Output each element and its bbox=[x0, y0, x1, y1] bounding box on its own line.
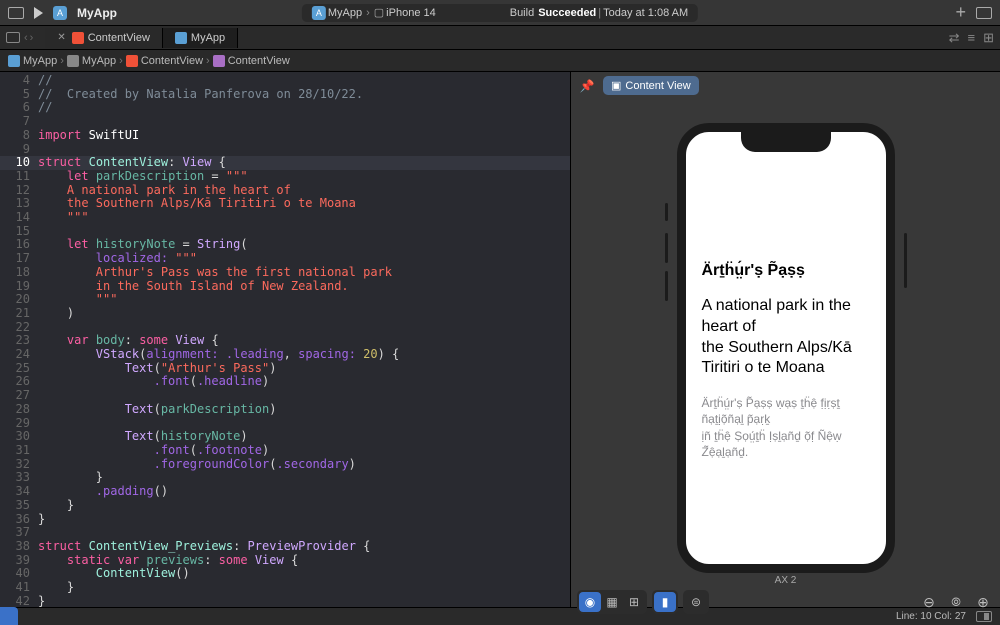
crumb-icon bbox=[67, 55, 79, 67]
preview-footnote: Ärṯḧṳ́r'ṣ P̃ạṣṣ ẉạṣ ṯḧệ f̣ịṛṣṯ ñạṯịọ̃ñạḻ… bbox=[702, 395, 870, 460]
status-accent bbox=[0, 607, 18, 625]
preview-chip[interactable]: ▣ Content View bbox=[603, 76, 699, 95]
library-button[interactable]: + bbox=[955, 2, 966, 23]
activity-viewer[interactable]: A MyApp › ▢ iPhone 14 Build Succeeded | … bbox=[302, 4, 698, 22]
add-editor-icon[interactable]: ⊞ bbox=[983, 30, 994, 46]
live-preview-button[interactable]: ◉ bbox=[579, 592, 601, 612]
variants-preview-button[interactable]: ⊞ bbox=[623, 592, 645, 612]
minimap-toggle-icon[interactable] bbox=[976, 611, 992, 622]
activity-app-icon: A bbox=[312, 6, 326, 20]
preview-chip-label: Content View bbox=[625, 80, 690, 92]
zoom-out-button[interactable]: ⊖ bbox=[918, 592, 940, 612]
adjust-editor-icon[interactable]: ≡ bbox=[968, 30, 976, 46]
crumb-segment[interactable]: MyApp bbox=[82, 55, 116, 67]
crumb-icon bbox=[213, 55, 225, 67]
crumb-segment[interactable]: ContentView bbox=[141, 55, 203, 67]
preview-toolbar: ◉ ▦ ⊞ ▮ ⊜ ⊖ ⦾ ⊕ bbox=[571, 590, 1000, 614]
device-settings-button[interactable]: ▮ bbox=[654, 592, 676, 612]
crumb-segment[interactable]: ContentView bbox=[228, 55, 290, 67]
breadcrumb[interactable]: MyApp› MyApp› ContentView› ContentView bbox=[0, 50, 1000, 72]
tab-myapp[interactable]: MyApp bbox=[163, 28, 238, 48]
tab-bar: ‹› ✕ ContentView MyApp ⇄ ≡ ⊞ bbox=[0, 26, 1000, 50]
activity-device: iPhone 14 bbox=[386, 7, 436, 19]
device-preview[interactable]: Ärṯḧṳ́r'ṣ P̃ạṣṣ A national park in the h… bbox=[677, 123, 895, 573]
chevron-right-icon: › bbox=[206, 55, 210, 67]
line-gutter: 4567891011121314151617181920212223242526… bbox=[0, 72, 38, 607]
editor-options-icon[interactable]: ⇄ bbox=[949, 30, 960, 46]
build-status: Succeeded bbox=[538, 7, 596, 19]
tab-label: MyApp bbox=[191, 32, 225, 44]
tab-close-icon[interactable]: ✕ bbox=[57, 32, 65, 43]
crumb-icon bbox=[126, 55, 138, 67]
crumb-icon bbox=[8, 55, 20, 67]
swift-icon bbox=[72, 32, 84, 44]
sidebar-toggle-icon[interactable] bbox=[8, 7, 24, 19]
chevron-right-icon: › bbox=[119, 55, 123, 67]
pin-icon[interactable]: 📌 bbox=[579, 78, 595, 94]
preview-body: A national park in the heart of the Sout… bbox=[702, 296, 870, 379]
code-editor[interactable]: 4567891011121314151617181920212223242526… bbox=[0, 72, 570, 607]
scheme-app-icon: A bbox=[53, 6, 67, 20]
run-button[interactable] bbox=[34, 7, 43, 19]
nav-back-icon[interactable]: ‹ bbox=[24, 32, 28, 44]
build-prefix: Build bbox=[510, 7, 534, 19]
chevron-right-icon: › bbox=[364, 7, 372, 19]
selectable-preview-button[interactable]: ▦ bbox=[601, 592, 623, 612]
preview-panel: 📌 ▣ Content View Ärṯḧṳ́r'ṣ P̃ạṣṣ A natio… bbox=[570, 72, 1000, 607]
nav-toggle-icon[interactable] bbox=[6, 32, 20, 43]
zoom-in-button[interactable]: ⊕ bbox=[972, 592, 994, 612]
scheme-name[interactable]: MyApp bbox=[77, 6, 117, 20]
device-notch bbox=[741, 132, 831, 152]
zoom-fit-button[interactable]: ⦾ bbox=[945, 592, 967, 612]
nav-fwd-icon[interactable]: › bbox=[30, 32, 34, 44]
crumb-segment[interactable]: MyApp bbox=[23, 55, 57, 67]
preview-settings-button[interactable]: ⊜ bbox=[685, 592, 707, 612]
activity-scheme: MyApp bbox=[328, 7, 362, 19]
build-time: Today at 1:08 AM bbox=[603, 7, 688, 19]
proj-icon bbox=[175, 32, 187, 44]
cube-icon: ▣ bbox=[611, 79, 621, 92]
inspector-toggle-icon[interactable] bbox=[976, 7, 992, 19]
tab-contentview[interactable]: ✕ ContentView bbox=[45, 28, 163, 48]
preview-ax-label: AX 2 bbox=[677, 573, 895, 590]
chevron-right-icon: › bbox=[60, 55, 64, 67]
tab-label: ContentView bbox=[88, 32, 150, 44]
main-toolbar: A MyApp A MyApp › ▢ iPhone 14 Build Succ… bbox=[0, 0, 1000, 26]
code-content[interactable]: // // Created by Natalia Panferova on 28… bbox=[38, 72, 570, 607]
preview-headline: Ärṯḧṳ́r'ṣ P̃ạṣṣ bbox=[702, 262, 870, 280]
